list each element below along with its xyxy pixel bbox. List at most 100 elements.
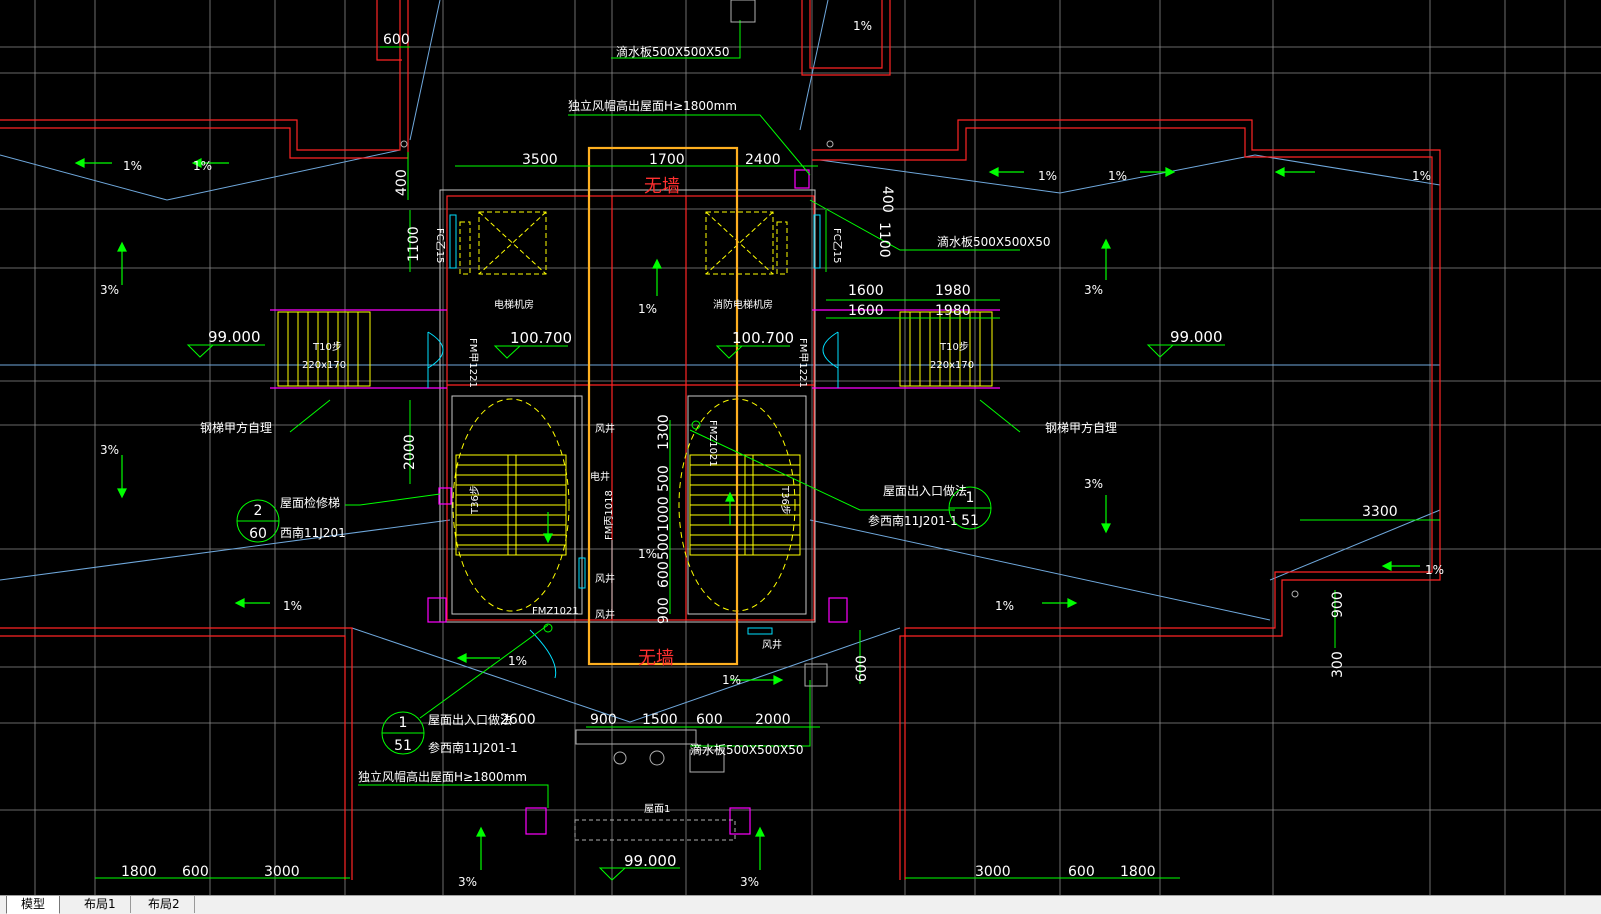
dim-3000-l: 3000 — [264, 864, 300, 880]
note-roof-repair-ladder: 屋面检修梯 — [280, 495, 340, 510]
callout-2-top: 1 — [399, 715, 408, 731]
slope-label: 1% — [123, 159, 142, 173]
dim-1980-a: 1980 — [935, 283, 971, 299]
slope-label: 3% — [458, 875, 477, 889]
note-ref-xinan: 西南11J201 — [280, 525, 346, 540]
dim-600-l: 600 — [182, 864, 209, 880]
dim-600-mid: 600 — [656, 561, 672, 588]
label-wind-shaft: 风井 — [595, 572, 615, 585]
label-wind-shaft: 风井 — [595, 608, 615, 621]
dim-500-b: 500 — [656, 533, 672, 560]
dim-3000-r: 3000 — [975, 864, 1011, 880]
dim-1300: 1300 — [656, 414, 672, 450]
dim-1600-a: 1600 — [848, 283, 884, 299]
label-stair-right: T36步 — [779, 485, 791, 515]
label-fm-e: FMZ1021 — [532, 606, 579, 617]
note-drip-plate-right: 滴水板500X500X50 — [937, 234, 1051, 249]
callout-2-bottom: 51 — [394, 738, 412, 754]
label-ladder-step-right: T10步 — [939, 341, 969, 353]
slope-label: 1% — [1412, 169, 1431, 183]
no-wall-label-top: 无墙 — [644, 176, 680, 197]
note-vent-cap-bottom: 独立风帽高出屋面H≥1800mm — [358, 769, 527, 784]
slope-label: 3% — [100, 443, 119, 457]
dim-400-right: 400 — [879, 186, 895, 213]
dim-600-r: 600 — [1068, 864, 1095, 880]
note-steel-ladder-right: 钢梯甲方自理 — [1045, 420, 1117, 435]
dim-500-a: 500 — [656, 465, 672, 492]
no-wall-label-bottom: 无墙 — [638, 648, 674, 669]
dim-1100-left: 1100 — [406, 226, 422, 262]
slope-label: 1% — [283, 599, 302, 613]
stairs — [277, 311, 993, 612]
dim-1800-l: 1800 — [121, 864, 157, 880]
dim-600-lower: 600 — [854, 655, 870, 682]
elevation-center-right: 100.700 — [732, 329, 794, 347]
tab-model[interactable]: 模型 — [6, 896, 61, 914]
label-roof: 屋面1 — [644, 803, 670, 815]
note-ref-roof-exit-right: 参西南11J201-1 — [868, 513, 958, 528]
label-wind-shaft: 风井 — [762, 638, 782, 651]
slope-label: 1% — [853, 19, 872, 33]
tab-layout2[interactable]: 布局2 — [134, 896, 195, 913]
dim-300-right: 300 — [1330, 651, 1346, 678]
slope-label: 3% — [100, 283, 119, 297]
dim-400-left: 400 — [394, 169, 410, 196]
label-stair-left: T36步 — [469, 485, 481, 515]
label-elevator-room: 电梯机房 — [494, 298, 534, 311]
dim-1100-right: 1100 — [876, 222, 892, 258]
slope-label: 1% — [638, 547, 657, 561]
slope-label: 1% — [1038, 169, 1057, 183]
note-steel-ladder-left: 钢梯甲方自理 — [200, 420, 272, 435]
slope-label: 1% — [1108, 169, 1127, 183]
dim-900-right: 900 — [1330, 591, 1346, 618]
grid-lines — [0, 0, 1601, 895]
label-fire-elevator-room: 消防电梯机房 — [713, 298, 773, 311]
slope-label: 1% — [995, 599, 1014, 613]
note-drip-plate-bottom: 滴水板500X500X50 — [690, 742, 804, 757]
dim-3300: 3300 — [1362, 504, 1398, 520]
dim-3500: 3500 — [522, 152, 558, 168]
doors-windows — [427, 214, 839, 679]
elevation-right: 99.000 — [1170, 328, 1223, 346]
dim-900-mid: 900 — [656, 597, 672, 624]
label-wind-shaft: 风井 — [595, 422, 615, 435]
label-ladder-step-left: T10步 — [312, 341, 342, 353]
dim-1980-b: 1980 — [935, 303, 971, 319]
callout-3-bottom: 51 — [961, 513, 979, 529]
layout-tab-bar: 模型 布局1 布局2 — [0, 895, 1601, 914]
dim-1000: 1000 — [656, 496, 672, 532]
elevation-center-left: 100.700 — [510, 329, 572, 347]
dim-2000-b: 2000 — [755, 712, 791, 728]
label-fm-c: FM丙1018 — [604, 490, 615, 540]
label-ladder-size-left: 220x170 — [302, 360, 346, 371]
label-fc-left: FC乙15 — [434, 228, 446, 263]
note-roof-exit-right: 屋面出入口做法 — [883, 483, 967, 498]
note-drip-plate-top: 滴水板500X500X50 — [616, 44, 730, 59]
interior-walls — [439, 189, 816, 623]
slope-label: 1% — [193, 159, 212, 173]
slope-label: 3% — [1084, 477, 1103, 491]
label-fc-right: FC乙15 — [831, 228, 843, 263]
dim-600-top: 600 — [383, 32, 410, 48]
elevation-left: 99.000 — [208, 328, 261, 346]
dim-1600-b: 1600 — [848, 303, 884, 319]
label-fm-b: FM甲1221 — [797, 338, 808, 388]
tab-layout1[interactable]: 布局1 — [70, 896, 131, 913]
label-fm-a: FM甲1221 — [467, 338, 478, 388]
slope-label: 1% — [638, 302, 657, 316]
callout-1-bottom: 60 — [249, 526, 267, 542]
slope-label: 1% — [722, 673, 741, 687]
slope-label: 3% — [740, 875, 759, 889]
elevation-bottom: 99.000 — [624, 852, 677, 870]
slope-label: 3% — [1084, 283, 1103, 297]
note-ref-roof-exit-bottom: 参西南11J201-1 — [428, 740, 518, 755]
label-fm-d: FMZ1021 — [707, 420, 718, 467]
dim-2000-left: 2000 — [402, 434, 418, 470]
cad-model-space[interactable]: 600 3500 1700 2400 400 400 1100 1100 160… — [0, 0, 1601, 895]
slope-label: 1% — [1425, 563, 1444, 577]
callout-3-top: 1 — [966, 490, 975, 506]
dim-1800-r: 1800 — [1120, 864, 1156, 880]
label-elec-shaft: 电井 — [590, 470, 610, 483]
dim-2400: 2400 — [745, 152, 781, 168]
slope-label: 1% — [508, 654, 527, 668]
